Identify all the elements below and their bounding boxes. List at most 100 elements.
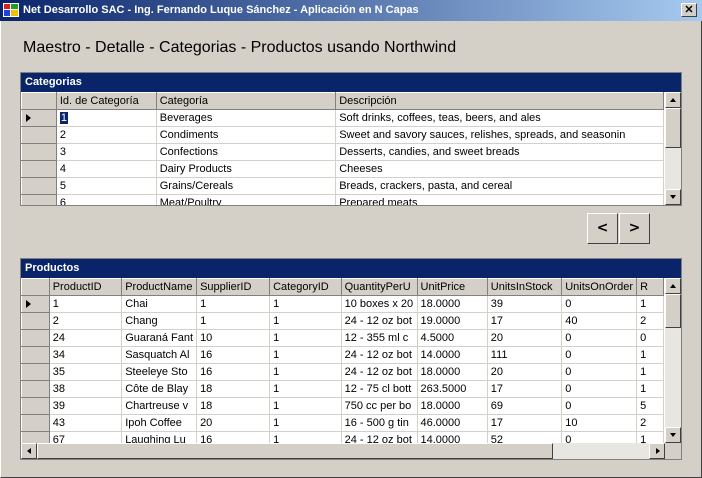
column-header[interactable]: R <box>636 278 664 296</box>
table-cell[interactable]: 43 <box>49 414 123 432</box>
row-header[interactable] <box>21 312 50 330</box>
table-cell[interactable]: 12 - 75 cl bott <box>341 380 418 398</box>
table-row[interactable]: 2 Condiments Sweet and savory sauces, re… <box>21 126 664 144</box>
column-header[interactable]: CategoryID <box>269 278 342 296</box>
table-cell[interactable]: 39 <box>49 397 123 415</box>
table-cell[interactable]: 46.0000 <box>417 414 488 432</box>
table-cell[interactable]: 1 <box>636 346 664 364</box>
column-header[interactable]: UnitsOnOrder <box>561 278 638 296</box>
table-cell[interactable]: Côte de Blay <box>121 380 198 398</box>
table-cell[interactable]: 4 <box>56 160 157 178</box>
table-cell[interactable]: 1 <box>196 312 271 330</box>
table-cell[interactable]: 5 <box>56 177 157 195</box>
table-row[interactable]: 5 Grains/Cereals Breads, crackers, pasta… <box>21 177 664 195</box>
table-cell[interactable]: 2 <box>56 126 157 144</box>
row-header[interactable] <box>21 414 50 432</box>
table-cell[interactable]: 18.0000 <box>417 295 488 313</box>
next-button[interactable]: > <box>619 213 650 244</box>
table-cell[interactable]: 12 - 355 ml c <box>341 329 418 347</box>
table-cell[interactable]: Ipoh Coffee <box>121 414 198 432</box>
table-cell[interactable]: 40 <box>561 312 638 330</box>
table-cell[interactable]: Cheeses <box>335 160 664 178</box>
table-cell[interactable]: 1 <box>636 363 664 381</box>
table-cell[interactable]: Beverages <box>156 109 337 127</box>
table-cell[interactable]: 16 <box>196 431 271 443</box>
table-cell[interactable]: 20 <box>196 414 271 432</box>
table-cell[interactable]: 16 <box>196 346 271 364</box>
productos-vertical-scrollbar[interactable] <box>665 278 681 443</box>
column-header[interactable]: ProductID <box>48 278 123 296</box>
row-header[interactable] <box>21 346 50 364</box>
table-row[interactable]: 43 Ipoh Coffee 20 1 16 - 500 g tin 46.00… <box>21 414 664 432</box>
row-header[interactable] <box>21 363 50 381</box>
table-cell[interactable]: 1 <box>269 295 342 313</box>
table-row[interactable]: 34 Sasquatch Al 16 1 24 - 12 oz bot 14.0… <box>21 346 664 364</box>
row-header[interactable] <box>21 160 57 178</box>
table-cell[interactable]: 1 <box>49 295 123 313</box>
column-header[interactable]: Descripción <box>335 92 664 110</box>
productos-grid[interactable]: Productos ProductID ProductName Supplier… <box>20 258 682 460</box>
table-row[interactable]: 39 Chartreuse v 18 1 750 cc per bo 18.00… <box>21 397 664 415</box>
table-cell[interactable]: Guaraná Fant <box>121 329 198 347</box>
table-cell[interactable]: Meat/Poultry <box>156 194 337 205</box>
table-cell[interactable]: Breads, crackers, pasta, and cereal <box>335 177 664 195</box>
table-cell[interactable]: Steeleye Sto <box>121 363 198 381</box>
table-cell[interactable]: 18 <box>196 380 271 398</box>
table-cell[interactable]: 750 cc per bo <box>341 397 418 415</box>
table-cell[interactable]: 67 <box>49 431 123 443</box>
scroll-thumb[interactable] <box>665 294 681 328</box>
table-cell[interactable]: Condiments <box>156 126 337 144</box>
table-cell[interactable]: 17 <box>487 380 563 398</box>
table-cell[interactable]: 1 <box>269 329 342 347</box>
table-cell[interactable]: 20 <box>487 363 563 381</box>
row-header[interactable] <box>21 380 50 398</box>
scroll-left-button[interactable] <box>21 443 37 459</box>
previous-button[interactable]: < <box>587 213 618 244</box>
table-cell[interactable]: 1 <box>269 363 342 381</box>
table-cell[interactable]: 0 <box>561 346 638 364</box>
table-cell[interactable]: 0 <box>561 397 638 415</box>
table-row[interactable]: 24 Guaraná Fant 10 1 12 - 355 ml c 4.500… <box>21 329 664 347</box>
table-cell[interactable]: Laughing Lu <box>121 431 198 443</box>
table-cell[interactable]: 18.0000 <box>417 397 488 415</box>
table-row[interactable]: 4 Dairy Products Cheeses <box>21 160 664 178</box>
table-cell[interactable]: 1 <box>636 380 664 398</box>
table-cell[interactable]: 2 <box>636 312 664 330</box>
table-cell[interactable]: Chartreuse v <box>121 397 198 415</box>
table-cell[interactable]: 0 <box>561 295 638 313</box>
table-cell[interactable]: 35 <box>49 363 123 381</box>
table-cell[interactable]: 1 <box>269 312 342 330</box>
table-cell[interactable]: 263.5000 <box>417 380 488 398</box>
table-cell[interactable]: 1 <box>269 380 342 398</box>
row-header[interactable] <box>21 177 57 195</box>
table-cell[interactable]: 18.0000 <box>417 363 488 381</box>
scroll-up-button[interactable] <box>665 278 681 294</box>
table-cell[interactable]: Prepared meats <box>335 194 664 205</box>
row-header[interactable] <box>21 109 57 127</box>
column-header[interactable]: SupplierID <box>196 278 271 296</box>
table-cell[interactable]: 2 <box>49 312 123 330</box>
table-cell[interactable]: 18 <box>196 397 271 415</box>
close-button[interactable]: ✕ <box>681 3 697 17</box>
table-cell[interactable]: 111 <box>487 346 563 364</box>
table-cell[interactable]: 16 - 500 g tin <box>341 414 418 432</box>
table-cell[interactable]: 0 <box>561 363 638 381</box>
table-cell[interactable]: 0 <box>561 380 638 398</box>
scroll-right-button[interactable] <box>649 443 665 459</box>
table-cell[interactable]: 24 - 12 oz bot <box>341 346 418 364</box>
table-cell[interactable]: 0 <box>561 431 638 443</box>
table-cell[interactable]: 24 - 12 oz bot <box>341 312 418 330</box>
table-row[interactable]: 35 Steeleye Sto 16 1 24 - 12 oz bot 18.0… <box>21 363 664 381</box>
row-header[interactable] <box>21 194 57 205</box>
table-cell[interactable]: 6 <box>56 194 157 205</box>
row-header[interactable] <box>21 329 50 347</box>
table-cell[interactable]: 19.0000 <box>417 312 488 330</box>
table-cell[interactable]: 1 <box>269 414 342 432</box>
table-cell[interactable]: Chai <box>121 295 198 313</box>
scroll-down-button[interactable] <box>665 189 681 205</box>
table-cell[interactable]: 20 <box>487 329 563 347</box>
table-cell[interactable]: 52 <box>487 431 563 443</box>
row-header[interactable] <box>21 143 57 161</box>
table-cell[interactable]: 2 <box>636 414 664 432</box>
table-cell[interactable]: 17 <box>487 414 563 432</box>
